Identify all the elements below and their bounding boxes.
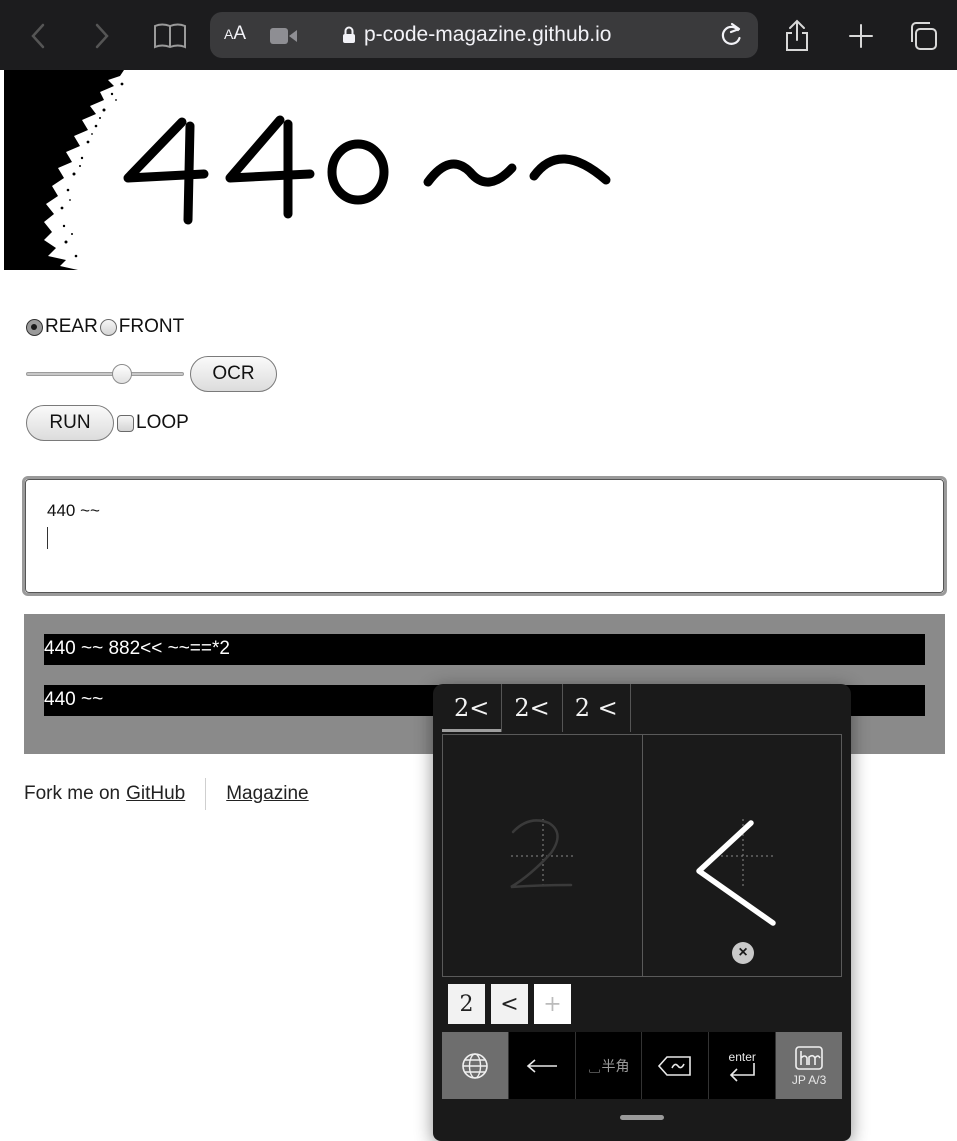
- handwriting-pads: ×: [442, 734, 842, 977]
- globe-icon: [462, 1052, 488, 1079]
- run-button[interactable]: RUN: [26, 405, 114, 441]
- slider-track: [26, 372, 184, 376]
- space-key-label: ␣半角: [587, 1057, 630, 1074]
- bookmarks-icon[interactable]: [152, 18, 188, 54]
- handwriting-pad-right[interactable]: ×: [642, 735, 841, 976]
- footer-links: Fork me on GitHub Magazine: [24, 778, 309, 810]
- char-chip[interactable]: 2: [448, 984, 485, 1024]
- back-icon[interactable]: [26, 18, 50, 54]
- footer-divider: [205, 778, 207, 810]
- ocr-button[interactable]: OCR: [190, 356, 277, 392]
- candidate-item[interactable]: 2<: [442, 684, 503, 732]
- char-chip[interactable]: <: [491, 984, 528, 1024]
- github-link[interactable]: GitHub: [126, 783, 185, 805]
- threshold-slider[interactable]: [26, 362, 184, 386]
- text-size-button[interactable]: AA: [224, 23, 246, 45]
- enter-key[interactable]: enter: [709, 1032, 777, 1099]
- text-caret: [47, 527, 48, 549]
- camera-capture-image: [4, 70, 622, 270]
- space-key[interactable]: ␣半角: [575, 1032, 643, 1099]
- ocr-text-area[interactable]: 440 ~~: [22, 476, 947, 596]
- globe-key[interactable]: [442, 1032, 509, 1099]
- front-radio[interactable]: [99, 318, 117, 336]
- fork-text: Fork me on: [24, 783, 121, 804]
- camera-active-icon[interactable]: [270, 27, 298, 50]
- tabs-overview-icon[interactable]: [906, 18, 940, 54]
- character-chips: 2 < +: [442, 982, 577, 1028]
- arrow-left-icon: [526, 1058, 557, 1073]
- threshold-row: OCR: [26, 356, 277, 392]
- rear-label: REAR: [45, 316, 98, 337]
- share-icon[interactable]: [782, 18, 812, 54]
- lock-icon: [343, 26, 355, 43]
- candidate-item[interactable]: 2 <: [563, 684, 631, 732]
- cursor-left-key[interactable]: [508, 1032, 576, 1099]
- text-area-value: 440 ~~: [47, 501, 100, 520]
- address-bar[interactable]: AA p-code-magazine.github.io: [210, 12, 758, 58]
- keyboard-key-row: ␣半角 enter JP A/3: [442, 1032, 842, 1099]
- input-mode-key[interactable]: JP A/3: [776, 1032, 842, 1099]
- loop-label: LOOP: [136, 412, 189, 433]
- candidate-item[interactable]: 2<: [502, 684, 563, 732]
- keyboard-drag-handle[interactable]: [620, 1115, 664, 1120]
- input-mode-label: JP A/3: [791, 1072, 827, 1087]
- enter-icon: [730, 1062, 756, 1082]
- url-host-text: p-code-magazine.github.io: [364, 23, 612, 46]
- char-chip[interactable]: +: [534, 984, 571, 1024]
- forward-icon[interactable]: [90, 18, 114, 54]
- handwriting-keyboard: 2< 2< 2 < × 2 < + ␣半角 enter JP A/3: [433, 684, 851, 1141]
- rear-radio[interactable]: [26, 318, 43, 336]
- backspace-icon: [658, 1055, 692, 1076]
- handwriting-mode-icon: [795, 1045, 823, 1070]
- url-host[interactable]: p-code-magazine.github.io: [342, 23, 612, 47]
- result-line: 440 ~~ 882<< ~~==*2: [44, 634, 925, 665]
- run-row: RUN LOOP: [26, 405, 189, 441]
- backspace-key[interactable]: [642, 1032, 710, 1099]
- browser-toolbar: AA p-code-magazine.github.io: [0, 0, 957, 70]
- new-tab-icon[interactable]: [846, 18, 876, 54]
- handwriting-pad-left[interactable]: [443, 735, 642, 976]
- camera-selector: REAR FRONT: [26, 316, 184, 338]
- magazine-link[interactable]: Magazine: [226, 783, 308, 805]
- loop-checkbox[interactable]: [117, 414, 134, 432]
- candidate-bar: 2< 2< 2 <: [442, 684, 631, 732]
- clear-stroke-icon[interactable]: ×: [732, 942, 754, 964]
- front-label: FRONT: [118, 316, 185, 337]
- slider-thumb[interactable]: [111, 364, 132, 384]
- reload-icon[interactable]: [718, 21, 744, 54]
